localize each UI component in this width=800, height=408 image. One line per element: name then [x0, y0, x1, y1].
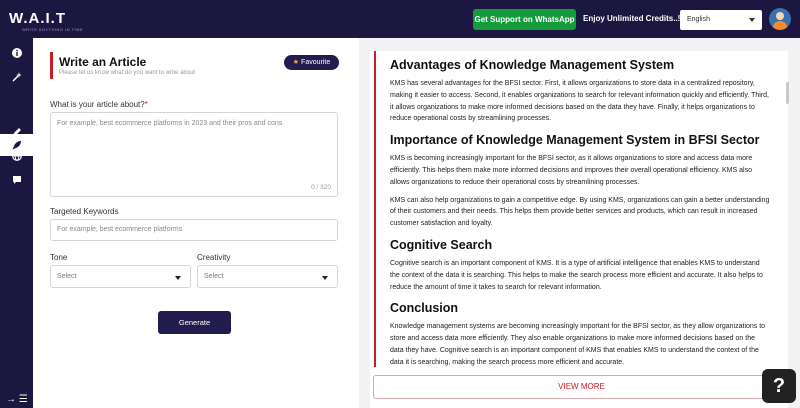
- page-title: Write an Article: [59, 55, 147, 69]
- magic-icon[interactable]: [8, 68, 25, 85]
- help-button[interactable]: ?: [762, 369, 796, 403]
- favourite-button[interactable]: ★ Favourite: [284, 55, 339, 70]
- creativity-select[interactable]: Select: [197, 265, 338, 288]
- app-logo[interactable]: W.A.I.T: [9, 10, 66, 27]
- favourite-label: Favourite: [301, 59, 331, 66]
- chevron-down-icon: [175, 276, 181, 280]
- pen-icon[interactable]: [8, 123, 25, 140]
- user-avatar[interactable]: [769, 8, 791, 30]
- article-topic-placeholder: For example, best ecommerce platforms in…: [57, 120, 283, 127]
- keywords-input[interactable]: For example, best ecommerce platforms: [50, 219, 338, 241]
- article-heading: Conclusion: [390, 301, 459, 316]
- creativity-field-label: Creativity: [197, 253, 231, 262]
- generated-article: Advantages of Knowledge Management Syste…: [374, 51, 774, 367]
- article-paragraph: Cognitive search is an important compone…: [390, 259, 763, 291]
- tone-field-label: Tone: [50, 253, 68, 262]
- chevron-down-icon: [322, 276, 328, 280]
- info-icon[interactable]: [8, 44, 25, 61]
- tone-select-value: Select: [57, 273, 77, 280]
- article-scrollbar[interactable]: [786, 82, 789, 104]
- required-marker: *: [144, 100, 148, 109]
- sidebar: → ☰: [0, 38, 33, 408]
- article-paragraph: KMS can also help organizations to gain …: [390, 196, 770, 228]
- article-heading: Cognitive Search: [390, 237, 493, 252]
- article-paragraph: Knowledge management systems are becomin…: [390, 323, 766, 366]
- article-paragraph: KMS is becoming increasingly important f…: [390, 155, 753, 186]
- unlimited-credits-link[interactable]: Enjoy Unlimited Credits..!!: [583, 14, 683, 23]
- article-output-panel: Advantages of Knowledge Management Syste…: [370, 51, 790, 408]
- sidebar-collapse-toggle[interactable]: → ☰: [6, 394, 28, 405]
- article-heading: Importance of Knowledge Management Syste…: [390, 133, 760, 148]
- article-paragraph: KMS has several advantages for the BFSI …: [390, 80, 769, 123]
- language-select-value: English: [687, 16, 710, 23]
- page-subtitle: Please let us know what do you want to w…: [59, 70, 196, 76]
- generate-button[interactable]: Generate: [158, 311, 231, 334]
- title-accent-bar: [50, 52, 53, 79]
- chat-icon[interactable]: [8, 171, 25, 188]
- chevron-down-icon: [749, 18, 755, 22]
- app-logo-tagline: WRITE ANYTHING IN TIME: [22, 27, 84, 32]
- creativity-select-value: Select: [204, 273, 224, 280]
- character-counter: 0 / 320: [311, 184, 331, 191]
- about-field-label: What is your article about?*: [50, 100, 148, 109]
- article-topic-textarea[interactable]: For example, best ecommerce platforms in…: [50, 112, 338, 197]
- article-form-panel: Write an Article Please let us know what…: [33, 38, 359, 408]
- tone-select[interactable]: Select: [50, 265, 191, 288]
- language-select[interactable]: English: [680, 10, 762, 30]
- whatsapp-support-button[interactable]: Get Support on WhatsApp: [473, 9, 576, 30]
- article-heading: Advantages of Knowledge Management Syste…: [390, 58, 675, 72]
- keywords-field-label: Targeted Keywords: [50, 207, 119, 216]
- view-more-button[interactable]: VIEW MORE: [373, 375, 790, 399]
- globe-icon[interactable]: [8, 147, 25, 164]
- star-icon: ★: [292, 59, 300, 66]
- top-bar: W.A.I.T WRITE ANYTHING IN TIME Get Suppo…: [0, 0, 800, 38]
